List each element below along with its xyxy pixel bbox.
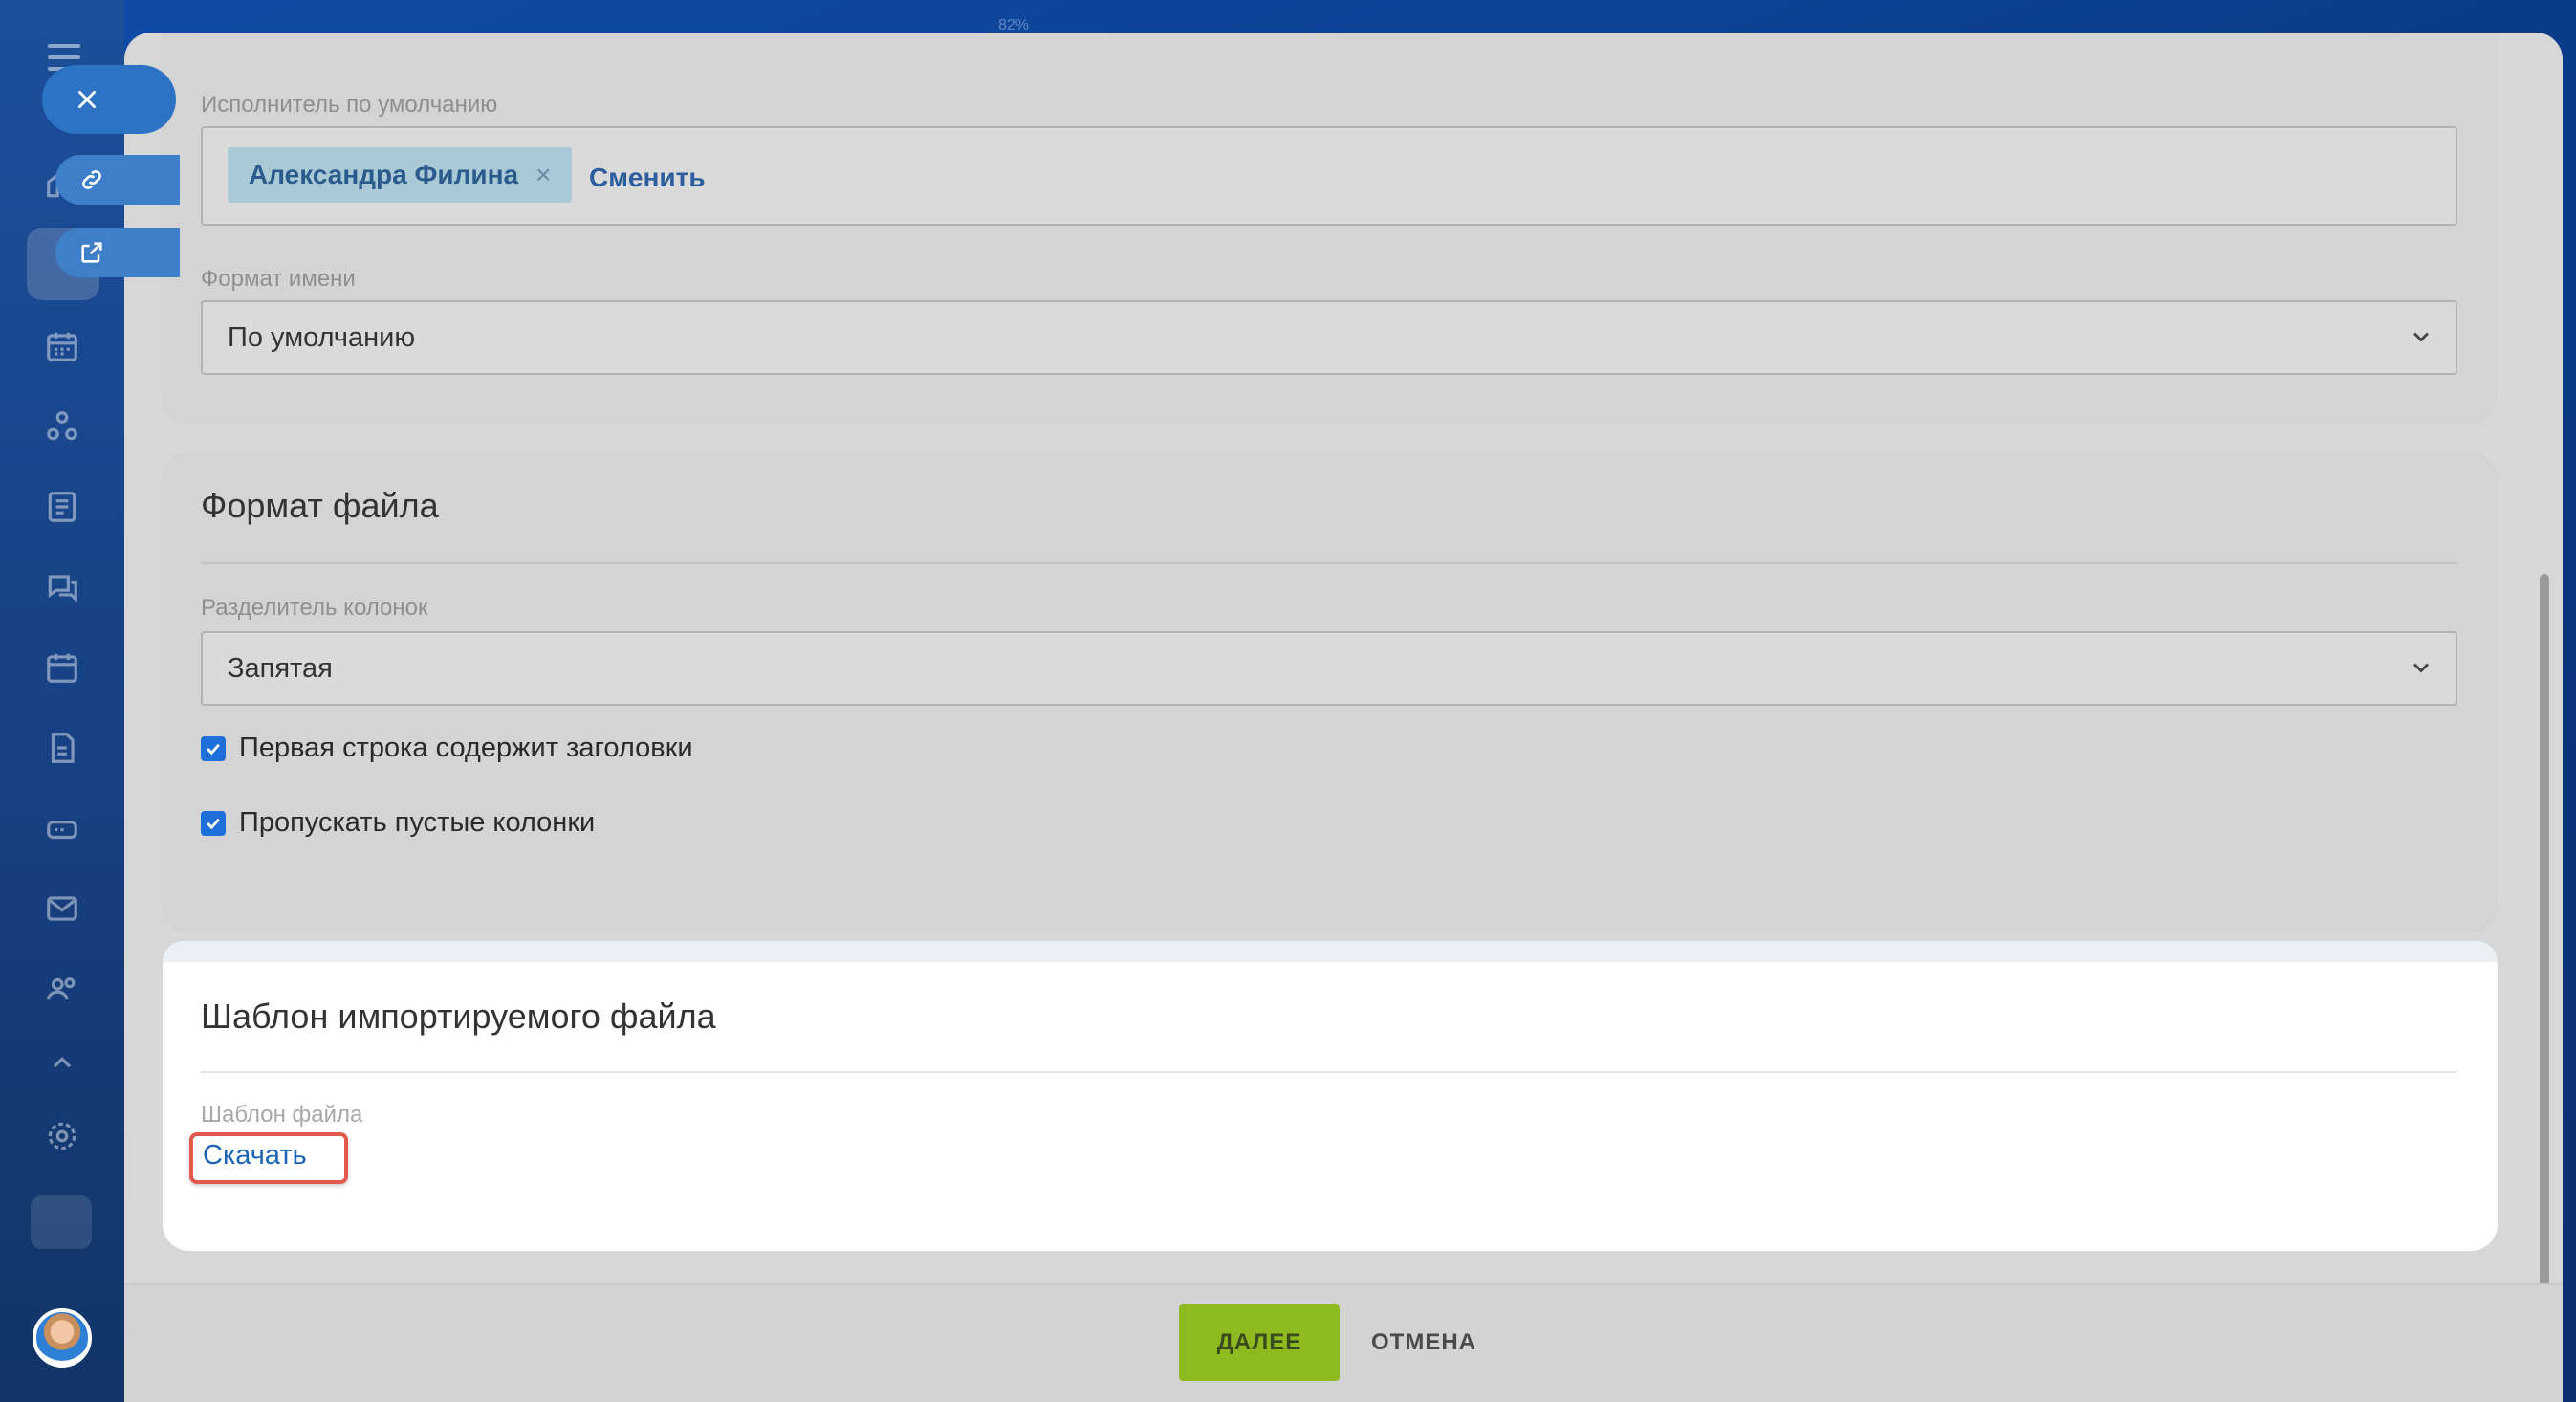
import-settings-slider: Исполнитель по умолчанию Александра Фили… <box>124 33 2563 1402</box>
responsible-tag-name: Александра Филина <box>249 160 519 189</box>
contacts-icon[interactable] <box>37 964 87 1014</box>
responsible-tag: Александра Филина × <box>228 147 573 203</box>
user-avatar[interactable] <box>33 1308 92 1368</box>
file-format-title: Формат файла <box>201 486 439 525</box>
chevron-down-icon <box>2413 663 2429 673</box>
name-format-label: Формат имени <box>201 266 356 292</box>
remove-tag-icon[interactable]: × <box>535 162 551 188</box>
skip-empty-checkbox-row[interactable]: Пропускать пустые колонки <box>201 807 595 839</box>
download-template-link[interactable]: Скачать <box>203 1140 307 1172</box>
headers-checkbox[interactable] <box>201 735 226 761</box>
chevron-down-icon <box>2413 332 2429 342</box>
divider <box>201 1071 2457 1073</box>
change-responsible-link[interactable]: Сменить <box>589 163 706 193</box>
external-link-icon <box>81 242 102 263</box>
mail-icon[interactable] <box>37 884 87 933</box>
calendar-icon[interactable] <box>37 643 87 692</box>
document-icon[interactable] <box>37 723 87 773</box>
name-format-select[interactable]: По умолчанию <box>201 300 2457 375</box>
headers-checkbox-label: Первая строка содержит заголовки <box>239 733 693 763</box>
sidebar-placeholder[interactable] <box>31 1195 92 1249</box>
responsible-label: Исполнитель по умолчанию <box>201 92 498 118</box>
responsible-field[interactable]: Александра Филина × Сменить <box>201 126 2457 226</box>
template-card-top-strip <box>163 941 2498 962</box>
calendar-grid-icon[interactable] <box>37 321 87 371</box>
headers-checkbox-row[interactable]: Первая строка содержит заголовки <box>201 733 693 764</box>
template-card <box>163 941 2498 1251</box>
separator-select[interactable]: Запятая <box>201 631 2457 706</box>
chat-icon[interactable] <box>37 562 87 612</box>
app-sidebar <box>0 0 124 1402</box>
close-slider-button[interactable] <box>42 65 176 134</box>
separator-label: Разделитель колонок <box>201 595 428 621</box>
settings-icon[interactable] <box>37 1111 87 1161</box>
checkmark-icon <box>207 743 220 755</box>
open-new-window-button[interactable] <box>55 228 180 277</box>
copy-link-button[interactable] <box>55 155 180 205</box>
responsible-card: Исполнитель по умолчанию Александра Фили… <box>163 33 2496 423</box>
template-file-label: Шаблон файла <box>201 1102 363 1128</box>
divider <box>201 562 2457 564</box>
name-format-value: По умолчанию <box>228 322 416 353</box>
reports-icon[interactable] <box>37 482 87 532</box>
slider-footer: ДАЛЕЕ ОТМЕНА <box>124 1283 2563 1402</box>
next-button[interactable]: ДАЛЕЕ <box>1179 1304 1340 1381</box>
template-title: Шаблон импортируемого файла <box>201 997 716 1036</box>
automation-icon[interactable] <box>37 402 87 451</box>
skip-empty-checkbox-label: Пропускать пустые колонки <box>239 807 596 838</box>
storage-icon[interactable] <box>37 803 87 853</box>
cancel-button[interactable]: ОТМЕНА <box>1365 1304 1482 1381</box>
link-icon <box>82 170 101 189</box>
close-icon <box>78 91 96 108</box>
skip-empty-checkbox[interactable] <box>201 810 226 836</box>
checkmark-icon <box>207 818 220 829</box>
file-format-card: Формат файла Разделитель колонок Запятая… <box>163 453 2496 931</box>
scrollbar[interactable] <box>2540 574 2549 1339</box>
collapse-icon[interactable] <box>37 1039 87 1088</box>
separator-value: Запятая <box>228 653 333 684</box>
